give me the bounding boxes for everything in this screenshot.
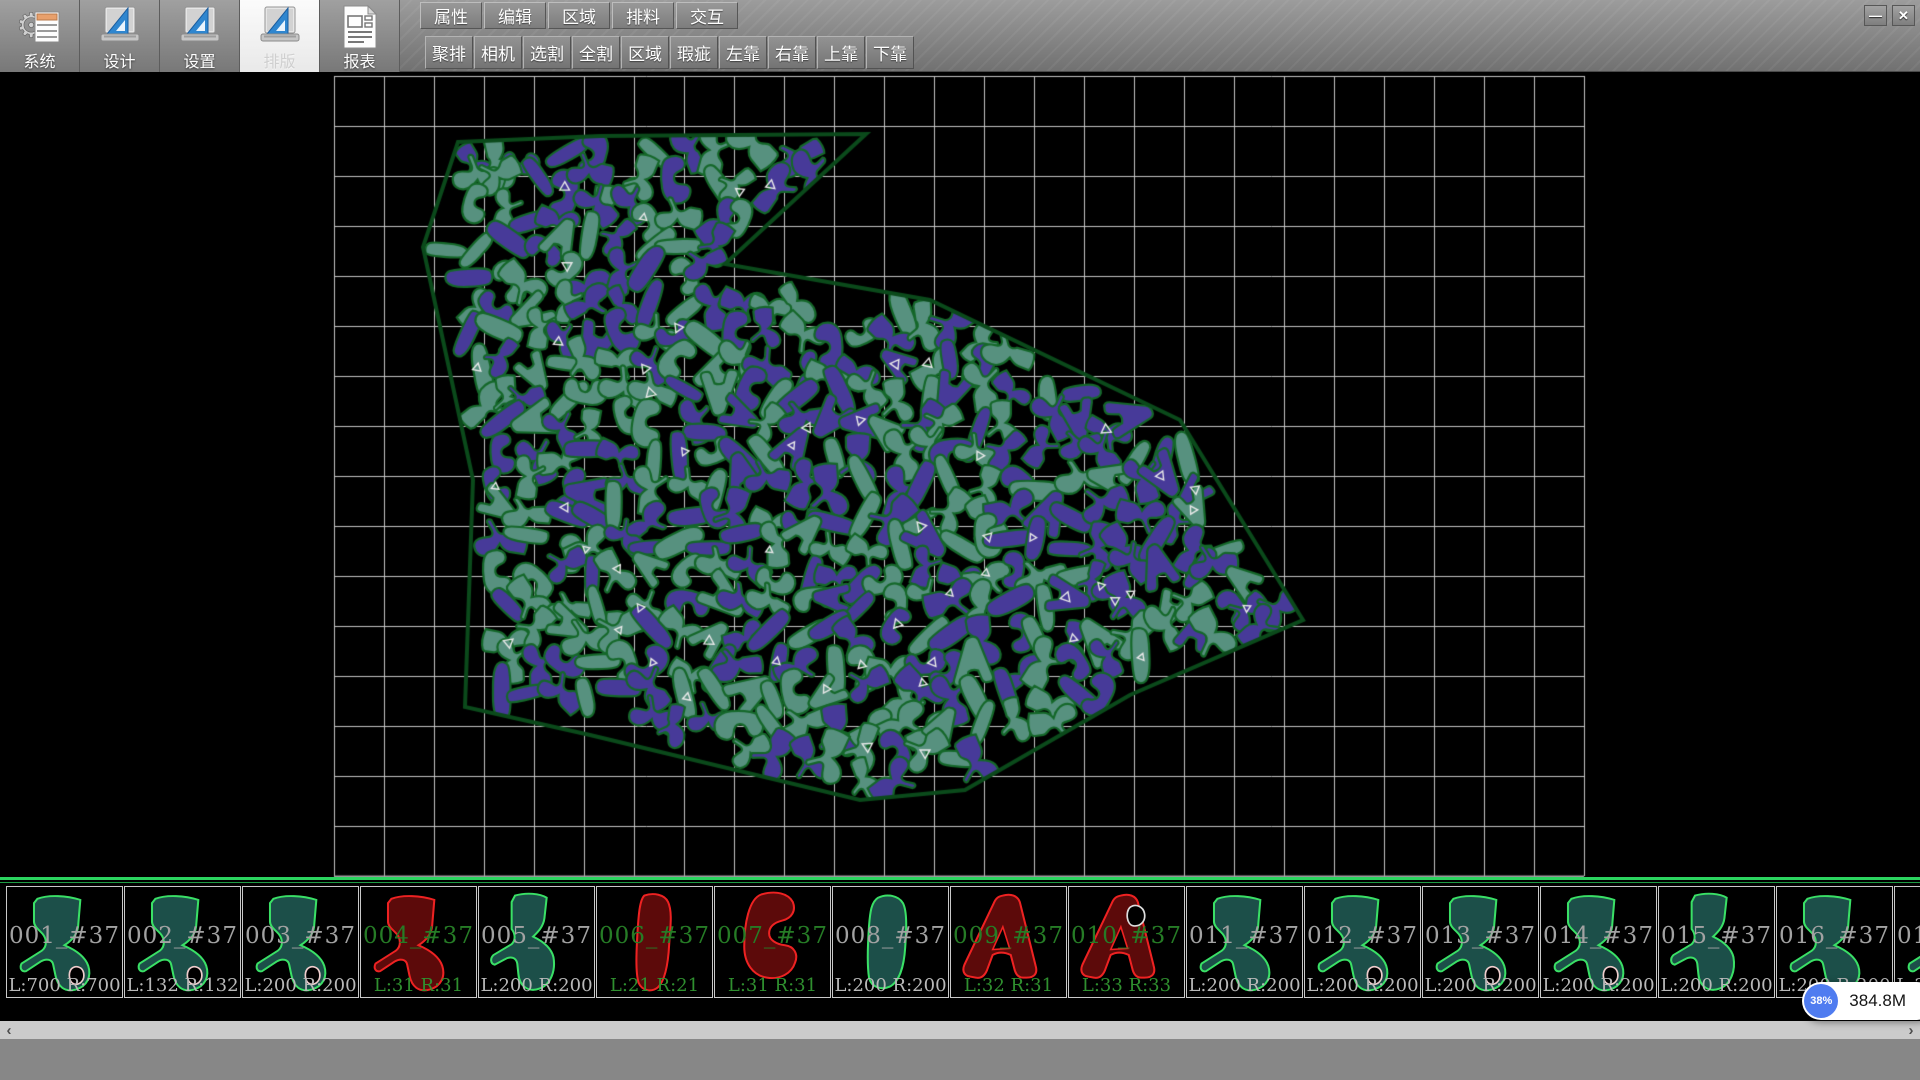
menu-tab-2[interactable]: 编辑	[484, 2, 546, 29]
piece-film-strip: 001_#37L:700 R:700 002_#37L:132 R:132 00…	[0, 877, 1920, 1021]
piece-thumbnail-3[interactable]: 003_#37L:200 R:200	[242, 886, 359, 998]
toolbar-button-label: 排版	[263, 54, 295, 71]
toolbar-button-label: 设计	[103, 54, 135, 71]
nesting-canvas[interactable]	[0, 72, 1920, 877]
report-icon	[339, 4, 381, 50]
piece-thumbnail-14[interactable]: 014_#37L:200 R:200	[1540, 886, 1657, 998]
toolbar-button-label: 系统	[23, 54, 55, 71]
piece-shape	[362, 888, 475, 996]
menu-action-10[interactable]: 下靠	[866, 36, 914, 69]
toolbar-button-label: 设置	[183, 54, 215, 71]
piece-thumbnail-11[interactable]: 011_#37L:200 R:200	[1186, 886, 1303, 998]
status-bar	[0, 1039, 1920, 1080]
piece-thumbnail-6[interactable]: 006_#37L:21 R:21	[596, 886, 713, 998]
piece-thumbnail-12[interactable]: 012_#37L:200 R:200	[1304, 886, 1421, 998]
progress-percent-badge: 38%	[1804, 984, 1838, 1018]
scroll-left-icon[interactable]: ‹	[0, 1021, 18, 1039]
system-icon-wrap: ⚙	[0, 0, 79, 54]
piece-thumbnail-1[interactable]: 001_#37L:700 R:700	[6, 886, 123, 998]
piece-shape	[952, 888, 1065, 996]
piece-shape	[8, 888, 121, 996]
piece-thumbnail-13[interactable]: 013_#37L:200 R:200	[1422, 886, 1539, 998]
toolbar-button-4[interactable]: 排版	[240, 0, 320, 72]
design-icon	[175, 4, 225, 50]
piece-thumbnail-10[interactable]: 010_#37L:33 R:33	[1068, 886, 1185, 998]
toolbar-button-1[interactable]: ⚙ 系统	[0, 0, 80, 72]
menu-tab-row: 属性编辑区域排料交互	[420, 2, 738, 29]
horizontal-scrollbar[interactable]: ‹ ›	[0, 1021, 1920, 1039]
design-icon	[255, 4, 305, 50]
close-button[interactable]: ✕	[1892, 5, 1915, 26]
toolbar-button-2[interactable]: 设计	[80, 0, 160, 72]
design-icon-wrap	[160, 0, 239, 54]
menu-tab-5[interactable]: 交互	[676, 2, 738, 29]
main-toolbar: ⚙ 系统 设计 设置	[0, 0, 400, 72]
piece-shape	[1896, 888, 1920, 996]
piece-thumbnail-list: 001_#37L:700 R:700 002_#37L:132 R:132 00…	[6, 886, 1920, 998]
piece-thumbnail-8[interactable]: 008_#37L:200 R:200	[832, 886, 949, 998]
action-button-row: 聚排相机选割全割区域瑕疵左靠右靠上靠下靠	[425, 36, 914, 69]
menu-tab-3[interactable]: 区域	[548, 2, 610, 29]
window-controls: — ✕	[1864, 5, 1915, 26]
piece-shape	[1424, 888, 1537, 996]
piece-shape	[1778, 888, 1891, 996]
piece-shape	[834, 888, 947, 996]
menu-action-5[interactable]: 区域	[621, 36, 669, 69]
system-icon: ⚙	[14, 4, 66, 50]
menu-action-7[interactable]: 左靠	[719, 36, 767, 69]
design-icon	[95, 4, 145, 50]
piece-thumbnail-15[interactable]: 015_#37L:200 R:200	[1658, 886, 1775, 998]
strip-top-border-inner	[0, 882, 1920, 883]
piece-shape	[1070, 888, 1183, 996]
piece-shape	[480, 888, 593, 996]
menu-action-2[interactable]: 相机	[474, 36, 522, 69]
piece-shape	[1188, 888, 1301, 996]
menu-action-1[interactable]: 聚排	[425, 36, 473, 69]
header-bar: ⚙ 系统 设计 设置	[0, 0, 1920, 72]
piece-shape	[716, 888, 829, 996]
menu-tab-1[interactable]: 属性	[420, 2, 482, 29]
piece-thumbnail-2[interactable]: 002_#37L:132 R:132	[124, 886, 241, 998]
report-icon-wrap	[320, 0, 399, 54]
menu-action-6[interactable]: 瑕疵	[670, 36, 718, 69]
menu-action-3[interactable]: 选割	[523, 36, 571, 69]
nesting-workspace[interactable]	[0, 72, 1920, 877]
design-icon-wrap	[240, 0, 319, 54]
toolbar-button-5[interactable]: 报表	[320, 0, 400, 72]
toolbar-button-3[interactable]: 设置	[160, 0, 240, 72]
piece-shape	[1542, 888, 1655, 996]
toolbar-button-label: 报表	[343, 54, 375, 71]
piece-shape	[598, 888, 711, 996]
memory-status-pill[interactable]: 38% 384.8M	[1802, 982, 1920, 1020]
scroll-right-icon[interactable]: ›	[1902, 1021, 1920, 1039]
menu-action-9[interactable]: 上靠	[817, 36, 865, 69]
menu-action-8[interactable]: 右靠	[768, 36, 816, 69]
piece-shape	[126, 888, 239, 996]
menu-action-4[interactable]: 全割	[572, 36, 620, 69]
piece-shape	[1306, 888, 1419, 996]
piece-thumbnail-9[interactable]: 009_#37L:32 R:31	[950, 886, 1067, 998]
piece-thumbnail-7[interactable]: 007_#37L:31 R:31	[714, 886, 831, 998]
memory-usage-label: 384.8M	[1849, 991, 1906, 1011]
piece-thumbnail-4[interactable]: 004_#37L:31 R:31	[360, 886, 477, 998]
piece-thumbnail-5[interactable]: 005_#37L:200 R:200	[478, 886, 595, 998]
design-icon-wrap	[80, 0, 159, 54]
strip-top-border	[0, 877, 1920, 880]
menu-tab-4[interactable]: 排料	[612, 2, 674, 29]
piece-shape	[244, 888, 357, 996]
minimize-button[interactable]: —	[1864, 5, 1887, 26]
piece-shape	[1660, 888, 1773, 996]
